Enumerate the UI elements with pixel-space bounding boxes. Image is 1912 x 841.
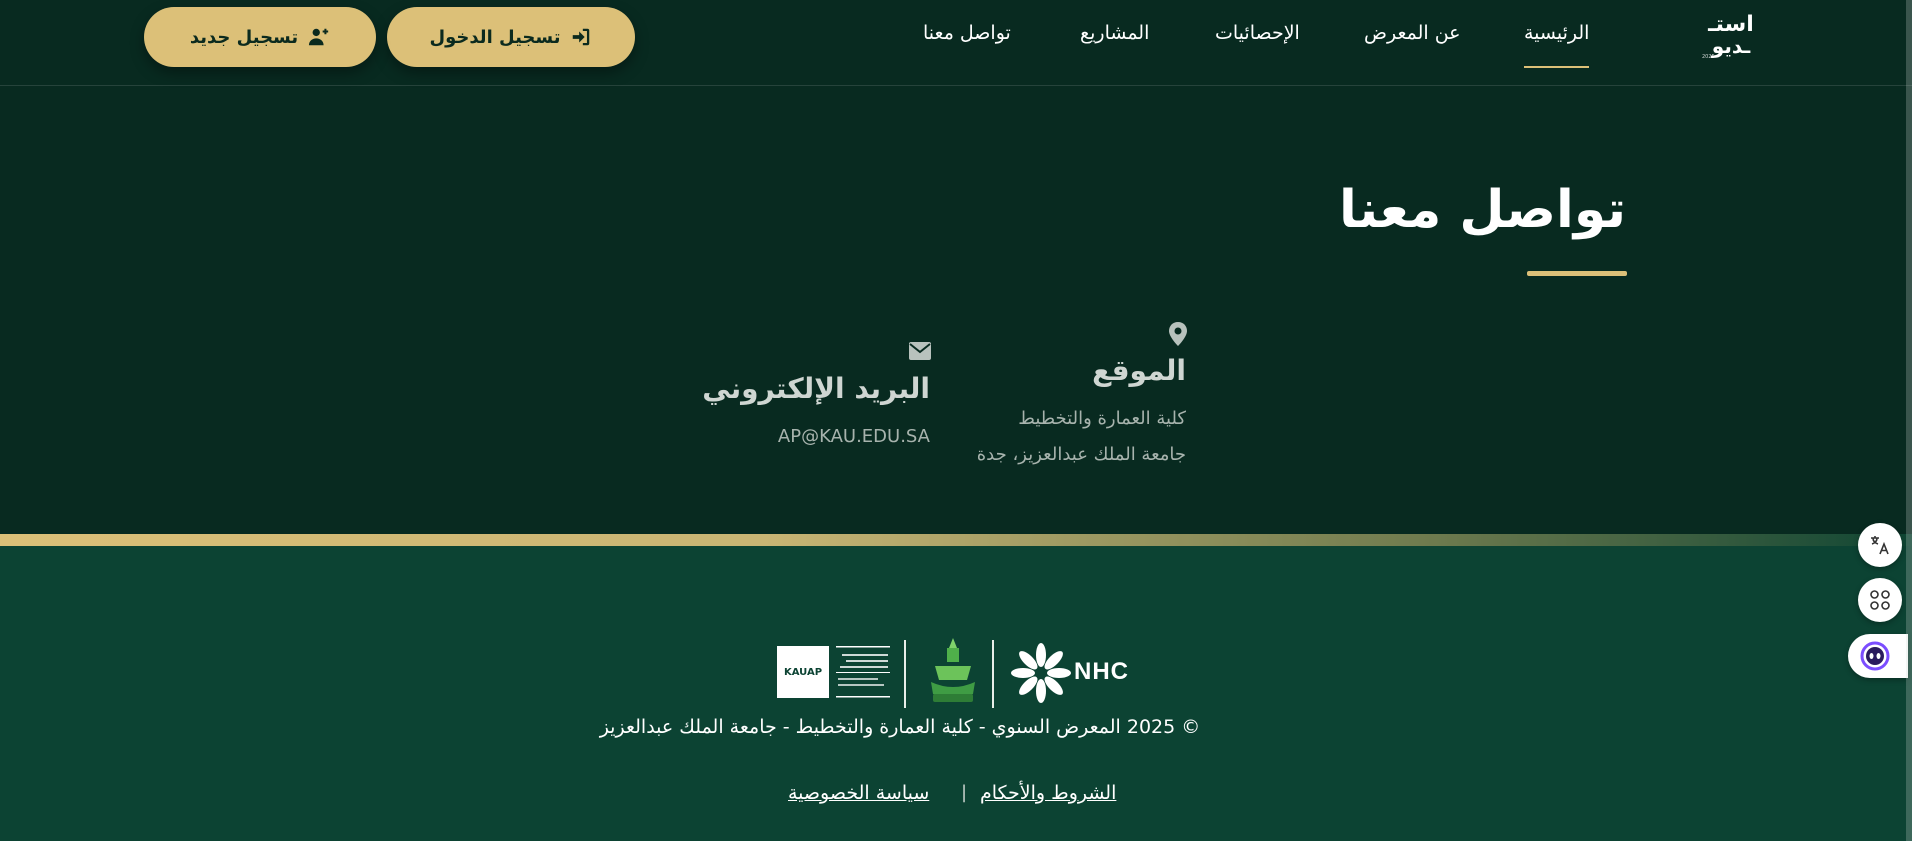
nhc-flower-logo xyxy=(1011,643,1071,703)
sign-in-icon xyxy=(573,28,590,46)
university-emblem-logo xyxy=(931,638,975,702)
logo-divider-1 xyxy=(904,640,906,708)
kau-wordmark-logo xyxy=(836,646,890,698)
envelope-icon xyxy=(909,342,931,360)
location-line-2: جامعة الملك عبدالعزيز، جدة xyxy=(976,444,1186,465)
user-plus-icon xyxy=(309,28,329,46)
assistant-widget-button[interactable] xyxy=(1848,634,1908,678)
location-heading: الموقع xyxy=(1092,354,1186,387)
kauap-logo: KAUAP xyxy=(777,646,829,698)
location-line-1: كلية العمارة والتخطيط xyxy=(1018,408,1186,429)
nav-contact[interactable]: تواصل معنا xyxy=(923,22,1011,52)
copyright-text: © 2025 المعرض السنوي - كلية العمارة والت… xyxy=(599,716,1201,738)
footer-link-separator: | xyxy=(961,782,968,803)
email-value[interactable]: AP@KAU.EDU.SA xyxy=(700,426,930,447)
logo-divider-2 xyxy=(992,640,994,708)
register-button[interactable]: تسجيل جديد xyxy=(144,7,376,67)
nav-home[interactable]: الرئيسية xyxy=(1524,22,1590,68)
site-logo[interactable]: استـ ـديو 2025 xyxy=(1702,12,1760,61)
email-heading: البريد الإلكتروني xyxy=(702,372,930,405)
logo-line-2: ـديو xyxy=(1711,34,1751,58)
terms-link[interactable]: الشروط والأحكام xyxy=(980,782,1116,804)
gold-divider xyxy=(0,534,1912,546)
assistant-bot-icon xyxy=(1860,641,1890,671)
site-header: استـ ـديو 2025 الرئيسية عن المعرض الإحصا… xyxy=(0,0,1912,86)
register-label: تسجيل جديد xyxy=(189,26,299,48)
login-label: تسجيل الدخول xyxy=(429,26,561,48)
nav-about[interactable]: عن المعرض xyxy=(1364,22,1461,52)
apps-grid-icon xyxy=(1870,590,1890,610)
logo-line-1: استـ xyxy=(1708,12,1754,37)
translate-widget-button[interactable] xyxy=(1858,523,1902,567)
nav-projects[interactable]: المشاريع xyxy=(1080,22,1149,52)
contact-title: تواصل معنا xyxy=(1338,180,1626,240)
logo-year: 2025 xyxy=(1702,54,1715,60)
apps-widget-button[interactable] xyxy=(1858,578,1902,622)
translate-icon xyxy=(1871,536,1889,555)
privacy-link[interactable]: سياسة الخصوصية xyxy=(788,782,929,804)
title-underline xyxy=(1527,271,1627,276)
nhc-wordmark: NHC xyxy=(1074,658,1129,685)
nav-statistics[interactable]: الإحصائيات xyxy=(1215,22,1300,52)
login-button[interactable]: تسجيل الدخول xyxy=(387,7,635,67)
map-pin-icon xyxy=(1169,322,1187,346)
page-scrollbar[interactable] xyxy=(1906,0,1912,841)
